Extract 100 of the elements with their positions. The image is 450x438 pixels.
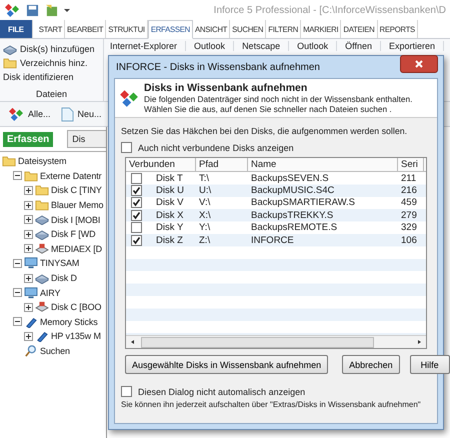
tree-item[interactable]: Disk D [51,273,77,284]
disk-drive-icon [35,228,49,240]
dialog-description: Die folgenden Datenträger sind noch nicht in der Wissensbank enthalten. [144,94,414,104]
checkbox[interactable] [131,197,142,208]
hint-text: Sie können ihn jederzeit aufschalten über "Extras/Disks in Wissensbank aufnehmen" [121,400,422,409]
collapse-icon[interactable] [13,288,22,298]
dialog-button[interactable]: Abbrechen [342,355,400,374]
dialog-button[interactable]: Ausgewählte Disks in Wissensbank aufnehmen [125,355,328,374]
table-cell: Disk X [156,210,184,221]
column-header[interactable]: Name [248,158,398,171]
ribbon-command[interactable]: Öffnen [345,41,381,51]
close-button[interactable] [400,55,438,73]
folder-icon [35,184,49,196]
checkbox[interactable] [131,222,142,234]
column-header[interactable]: Seri [398,158,424,171]
tree-item[interactable]: Blauer Memo [51,200,104,210]
tree-item[interactable]: Suchen [40,346,70,356]
app-logo-icon [4,3,20,17]
tree-item[interactable]: Disk F [WD [51,229,96,240]
table-cell-text: Z:\ [198,234,212,246]
tree-item[interactable]: AIRY [40,288,60,298]
folder-icon [3,57,17,69]
collapse-icon[interactable] [13,258,22,268]
table-cell: Disk Y [156,222,184,234]
table-cell-text: INFORCE [250,234,295,246]
table-cell: Disk V [156,197,184,208]
close-icon [414,59,424,69]
dialog-button[interactable]: Hilfe [410,355,450,374]
disk-drive-icon [35,272,49,284]
tree-item[interactable]: TINYSAM [40,258,80,268]
toolbar-button[interactable]: Alle... [28,109,51,119]
checkbox[interactable] [131,210,142,221]
table-cell-text: 329 [400,222,418,234]
checkbox[interactable] [131,172,142,184]
colored-diamonds-icon [8,107,24,121]
pane-button[interactable]: Dis [67,130,106,148]
table-cell: Disk Z [156,234,183,246]
ribbon-command[interactable]: Outlook [297,41,338,51]
expand-icon[interactable] [24,274,33,283]
expand-icon[interactable] [24,302,33,312]
expand-icon[interactable] [24,186,33,195]
computer-icon [24,257,38,270]
checkbox-label: Auch nicht verbundene Disks anzeigen [138,142,294,152]
instruction-text: Setzen Sie das Häkchen bei den Disks, die aufgenommen werden sollen. [121,126,408,136]
dialog-description: Wählen Sie die aus, auf denen Sie schneller nach Dateien suchen . [144,104,393,114]
ribbon-command[interactable]: Verzeichnis hinz. [20,58,88,68]
dialog-heading: Disks in Wissenbank aufnehmen [144,82,308,94]
ribbon-command[interactable]: Exportieren [388,41,444,51]
tree-item[interactable]: Disk C [TINY [51,185,102,196]
capture-button[interactable]: Erfassen [3,132,54,146]
table-cell-text: BackupsTREKKY.S [250,210,334,221]
folder-icon [24,170,38,182]
table-cell-text: BackupSMARTIERAW.S [250,197,356,208]
tree-item[interactable]: Dateisystem [18,156,66,166]
ribbon-command[interactable]: Disk identifizieren [3,72,74,82]
checkbox[interactable] [131,185,142,196]
tree-item[interactable]: Externe Datentr [40,170,102,181]
expand-icon[interactable] [24,215,33,224]
table-cell-text: U:\ [198,185,212,196]
expand-icon[interactable] [24,244,33,254]
horizontal-scrollbar[interactable] [126,335,426,348]
disk-drive-icon [3,44,17,54]
checkbox[interactable] [121,142,132,153]
collapse-icon[interactable] [13,317,22,326]
document-icon [60,106,74,122]
folder-icon [35,199,49,212]
tree-item[interactable]: Disk I [MOBI [51,214,100,225]
tree-item[interactable]: Disk C [BOO [51,302,102,312]
ribbon-command[interactable]: Outlook [194,41,234,51]
usb-stick-icon [24,316,38,328]
table-cell: Disk T [156,172,183,184]
database-icon[interactable] [45,4,58,16]
table-cell-text: 279 [400,210,418,221]
column-header[interactable]: Verbunden [126,158,196,171]
ribbon-command[interactable]: Internet-Explorer [110,41,186,51]
table-cell-text: Y:\ [198,222,212,234]
ribbon-command[interactable]: Netscape [242,41,290,51]
checkbox[interactable] [131,234,142,246]
expand-icon[interactable] [24,230,33,239]
table-cell-text: BackupsSEVEN.S [250,172,330,184]
table-cell-text: V:\ [198,197,212,208]
dropdown-icon[interactable] [64,7,70,13]
disk-drive-icon [35,214,49,226]
tree-item[interactable]: Memory Sticks [40,316,98,327]
save-icon[interactable] [26,4,39,16]
table-cell-text: 216 [400,185,418,196]
column-header[interactable]: Pfad [196,158,248,171]
dialog-title: INFORCE - Disks in Wissensbank aufnehmen [116,62,320,72]
checkbox[interactable] [121,386,132,397]
table-cell: Disk U [156,185,184,196]
table-cell-text: 459 [400,197,418,208]
tree-item[interactable]: HP v135w M [51,331,101,342]
scrollbar-thumb[interactable] [141,336,374,348]
collapse-icon[interactable] [13,171,22,180]
window-title: Inforce 5 Professional - [C:\InforceWissensbanken\D [212,4,446,16]
ribbon-command[interactable]: Disk(s) hinzufügen [20,44,95,54]
expand-icon[interactable] [24,200,33,210]
expand-icon[interactable] [24,332,33,341]
tree-item[interactable]: MEDIAEX [D [51,244,102,254]
toolbar-button[interactable]: Neu... [78,109,102,119]
